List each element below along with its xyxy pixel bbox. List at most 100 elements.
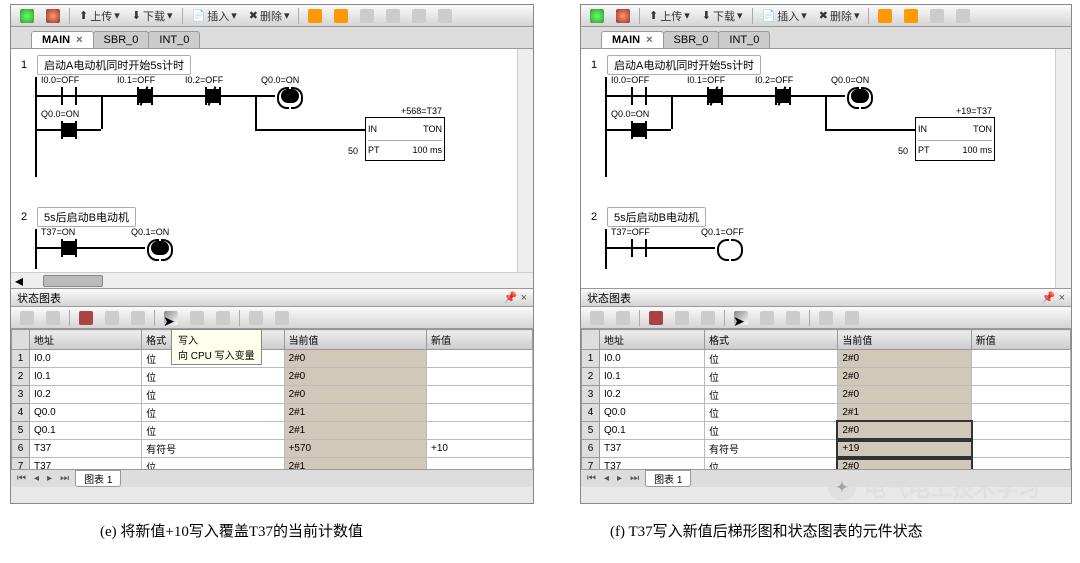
cell-new[interactable] — [971, 422, 1070, 440]
monitor-button[interactable] — [644, 309, 668, 327]
status-tool[interactable] — [670, 309, 694, 327]
close-icon[interactable]: × — [76, 34, 82, 46]
cell-fmt[interactable]: 位 — [142, 422, 284, 440]
run-icon[interactable] — [585, 7, 609, 25]
contact-i00[interactable]: I0.0=OFF — [51, 87, 87, 105]
nav-prev-icon[interactable]: ◂ — [602, 473, 611, 484]
vertical-scrollbar[interactable] — [1055, 49, 1071, 288]
cell-cur[interactable]: 2#0 — [838, 458, 971, 470]
table-row[interactable]: 6 T37 有符号 +570 +10 — [12, 440, 533, 458]
tool-icon[interactable] — [873, 7, 897, 25]
cell-cur[interactable]: 2#1 — [284, 404, 426, 422]
cell-fmt[interactable]: 位 — [142, 368, 284, 386]
contact-q00[interactable]: Q0.0=ON — [51, 121, 87, 139]
cell-addr[interactable]: Q0.0 — [600, 404, 705, 422]
timer-t37[interactable]: +19=T37 INTON PT100 ms 50 — [915, 117, 995, 161]
tool-icon[interactable] — [951, 7, 975, 25]
cell-cur[interactable]: +570 — [284, 440, 426, 458]
cell-cur[interactable]: 2#0 — [838, 350, 971, 368]
delete-button[interactable]: ✖删除▾ — [814, 7, 865, 25]
status-tool[interactable] — [211, 309, 235, 327]
tool-icon[interactable] — [925, 7, 949, 25]
cell-cur[interactable]: 2#0 — [838, 368, 971, 386]
coil-q00[interactable]: Q0.0=ON — [275, 87, 305, 105]
table-row[interactable]: 7 T37 位 2#1 — [12, 458, 533, 470]
status-tool[interactable] — [15, 309, 39, 327]
cell-fmt[interactable]: 位 — [142, 458, 284, 470]
coil-q00[interactable]: Q0.0=ON — [845, 87, 875, 105]
table-row[interactable]: 3 I0.2 位 2#0 — [582, 386, 1071, 404]
col-addr[interactable]: 地址 — [30, 330, 142, 350]
cell-new[interactable] — [971, 440, 1070, 458]
status-tool[interactable] — [244, 309, 268, 327]
cell-new[interactable] — [971, 386, 1070, 404]
coil-q01[interactable]: Q0.1=ON — [145, 239, 175, 257]
contact-t37[interactable]: T37=ON — [51, 239, 87, 257]
insert-button[interactable]: 📄插入▾ — [187, 7, 242, 25]
cell-addr[interactable]: T37 — [600, 458, 705, 470]
col-cur[interactable]: 当前值 — [838, 330, 971, 350]
cell-new[interactable] — [427, 422, 533, 440]
status-tool[interactable] — [100, 309, 124, 327]
tab-int[interactable]: INT_0 — [148, 31, 200, 48]
tool-icon[interactable] — [329, 7, 353, 25]
tool-icon[interactable] — [899, 7, 923, 25]
cell-cur[interactable]: 2#0 — [838, 422, 971, 440]
chart-tab[interactable]: 图表 1 — [75, 470, 121, 487]
tool-icon[interactable] — [433, 7, 457, 25]
tool-icon[interactable] — [303, 7, 327, 25]
cell-cur[interactable]: 2#1 — [284, 458, 426, 470]
cell-new[interactable] — [427, 386, 533, 404]
nav-first-icon[interactable]: ⏮ — [15, 473, 28, 484]
cell-addr[interactable]: I0.1 — [600, 368, 705, 386]
col-new[interactable]: 新值 — [971, 330, 1070, 350]
cell-fmt[interactable]: 位 — [704, 458, 837, 470]
cell-addr[interactable]: I0.0 — [600, 350, 705, 368]
status-table[interactable]: 地址 格式 当前值 新值 1 I0.0 位 2#0 2 I0.1 位 2#0 3… — [581, 329, 1071, 469]
timer-t37[interactable]: +568=T37 INTON PT100 ms 50 — [365, 117, 445, 161]
table-row[interactable]: 3 I0.2 位 2#0 — [12, 386, 533, 404]
contact-q00[interactable]: Q0.0=ON — [621, 121, 657, 139]
table-row[interactable]: 6 T37 有符号 +19 — [582, 440, 1071, 458]
table-row[interactable]: 4 Q0.0 位 2#1 — [12, 404, 533, 422]
nav-next-icon[interactable]: ▸ — [615, 473, 624, 484]
ladder-editor[interactable]: 1 启动A电动机同时开始5s计时 I0.0=OFF I0.1=OFF I0.2=… — [11, 49, 533, 289]
insert-button[interactable]: 📄插入▾ — [757, 7, 812, 25]
tool-icon[interactable] — [381, 7, 405, 25]
status-tool[interactable] — [781, 309, 805, 327]
col-new[interactable]: 新值 — [427, 330, 533, 350]
cell-new[interactable] — [427, 458, 533, 470]
table-row[interactable]: 1 I0.0 位 2#0 — [582, 350, 1071, 368]
cell-fmt[interactable]: 位 — [704, 368, 837, 386]
cell-addr[interactable]: I0.2 — [600, 386, 705, 404]
cell-addr[interactable]: I0.1 — [30, 368, 142, 386]
cell-new[interactable] — [971, 350, 1070, 368]
cell-new[interactable] — [971, 368, 1070, 386]
cell-fmt[interactable]: 有符号 — [704, 440, 837, 458]
status-tool[interactable] — [696, 309, 720, 327]
cell-addr[interactable]: T37 — [600, 440, 705, 458]
status-tool[interactable] — [41, 309, 65, 327]
contact-i00[interactable]: I0.0=OFF — [621, 87, 657, 105]
status-tool[interactable] — [840, 309, 864, 327]
cell-addr[interactable]: T37 — [30, 440, 142, 458]
upload-button[interactable]: ⬆上传▾ — [644, 7, 695, 25]
ladder-editor[interactable]: 1 启动A电动机同时开始5s计时 I0.0=OFF I0.1=OFF I0.2=… — [581, 49, 1071, 289]
cell-cur[interactable]: 2#0 — [284, 368, 426, 386]
cell-fmt[interactable]: 位 — [704, 422, 837, 440]
nav-first-icon[interactable]: ⏮ — [585, 473, 598, 484]
cell-cur[interactable]: 2#0 — [838, 386, 971, 404]
cell-new[interactable]: +10 — [427, 440, 533, 458]
tab-sbr[interactable]: SBR_0 — [663, 31, 720, 48]
contact-i01[interactable]: I0.1=OFF — [697, 87, 733, 105]
coil-q01[interactable]: Q0.1=OFF — [715, 239, 745, 257]
cell-new[interactable] — [427, 368, 533, 386]
nav-last-icon[interactable]: ⏭ — [628, 473, 641, 484]
pin-icon[interactable]: 📌 × — [504, 291, 527, 304]
cell-cur[interactable]: +19 — [838, 440, 971, 458]
cell-new[interactable] — [971, 404, 1070, 422]
nav-next-icon[interactable]: ▸ — [45, 473, 54, 484]
col-addr[interactable]: 地址 — [600, 330, 705, 350]
status-tool[interactable] — [126, 309, 150, 327]
cell-cur[interactable]: 2#1 — [838, 404, 971, 422]
